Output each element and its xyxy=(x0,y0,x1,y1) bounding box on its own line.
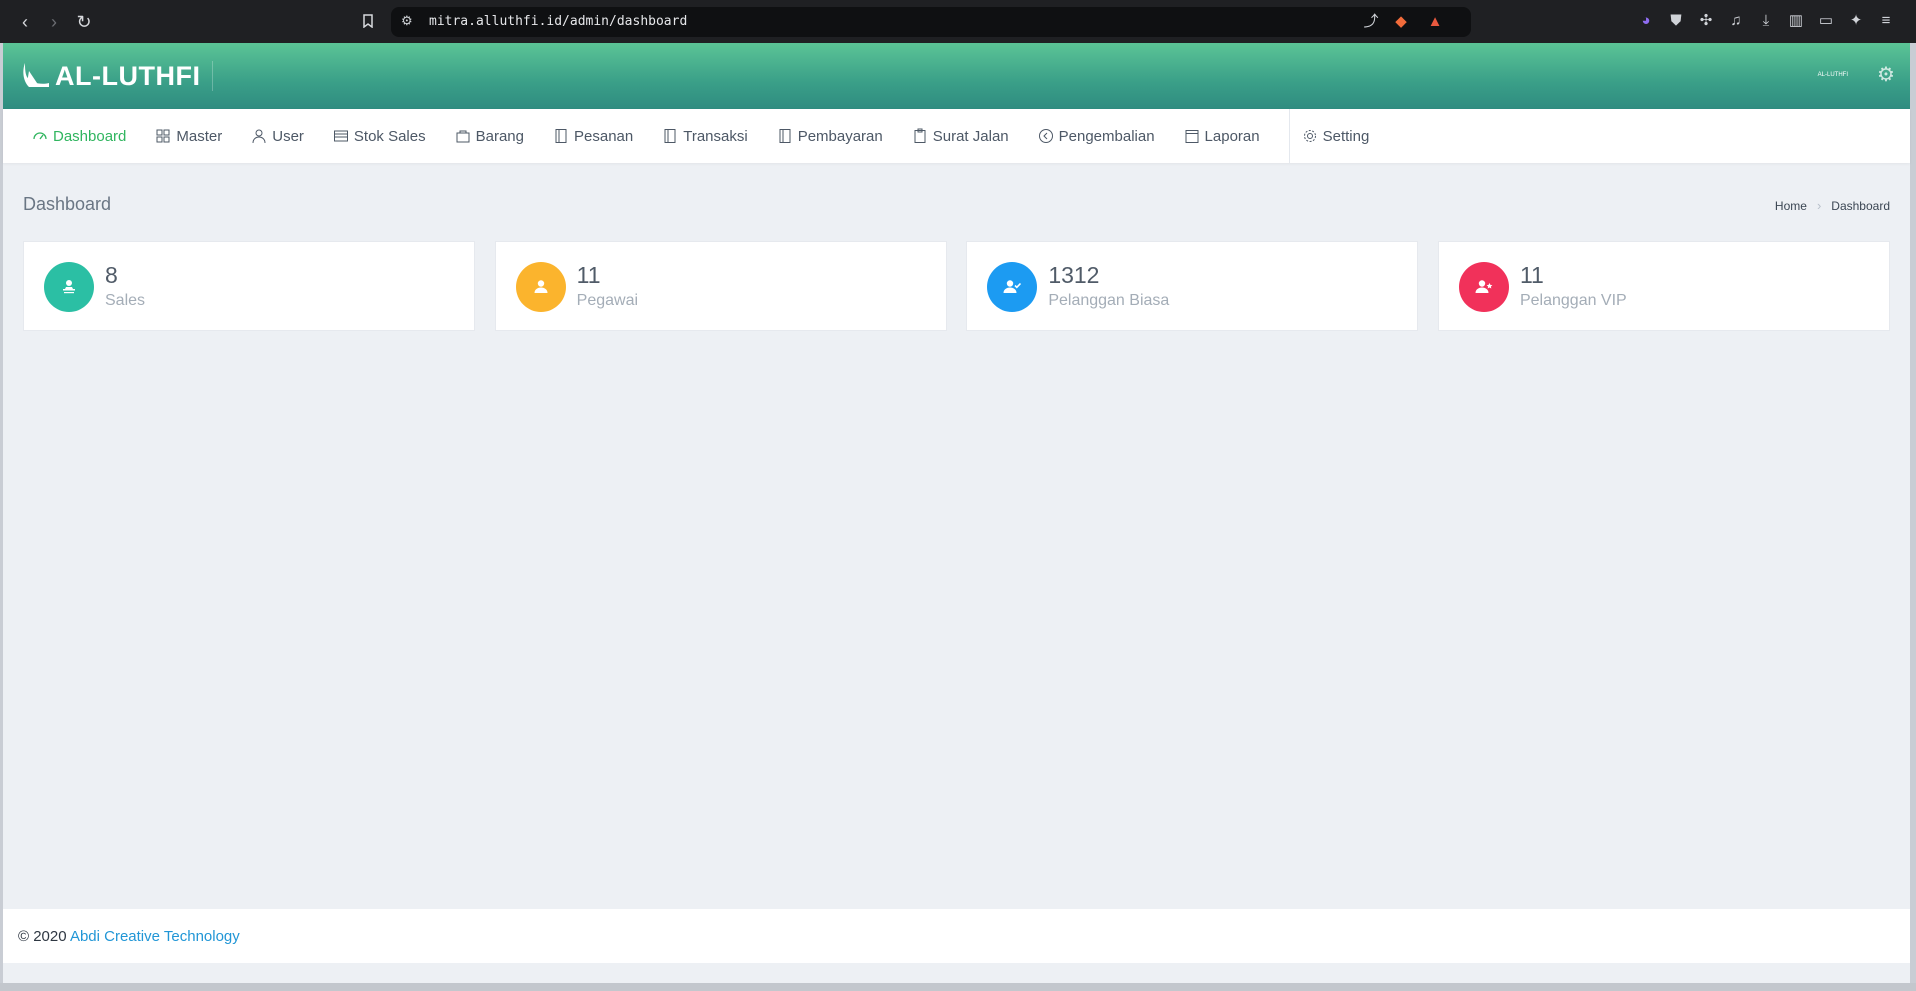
menu-item-setting[interactable]: Setting xyxy=(1302,109,1370,163)
menu-item-barang[interactable]: Barang xyxy=(455,109,524,163)
menu-item-label: Pengembalian xyxy=(1058,127,1155,145)
download-icon[interactable]: ⤓ xyxy=(1756,11,1776,31)
menu-item-pengembalian[interactable]: Pengembalian xyxy=(1038,109,1155,163)
settings-gear-icon[interactable]: ⚙ xyxy=(1874,63,1898,87)
sidebar-icon[interactable]: ▥ xyxy=(1786,11,1806,31)
breadcrumb-separator-icon: › xyxy=(1816,198,1822,213)
gear-icon xyxy=(1302,128,1318,144)
stat-card-sales: 8 Sales xyxy=(23,241,475,331)
clipboard-icon xyxy=(912,128,928,144)
rewards-icon[interactable]: ▲ xyxy=(1425,12,1445,32)
share-icon[interactable]: ⤴ xyxy=(1361,12,1381,32)
menu-item-stok-sales[interactable]: Stok Sales xyxy=(333,109,426,163)
user-star-icon xyxy=(1458,262,1509,312)
main-content: Dashboard Home › Dashboard 8 Sales 11 Pegaw… xyxy=(3,163,1910,953)
forward-icon[interactable]: › xyxy=(43,11,65,33)
menu-item-label: Pesanan xyxy=(574,127,634,145)
app-window: AL-LUTHFI AL-LUTHFI ⚙ Dashboard Master Use… xyxy=(3,43,1910,983)
leo-icon[interactable]: ✦ xyxy=(1846,11,1866,31)
wallet-icon[interactable]: ▭ xyxy=(1816,11,1836,31)
breadcrumb-home[interactable]: Home xyxy=(1775,199,1807,213)
stat-label: Sales xyxy=(105,292,146,309)
employee-icon xyxy=(515,262,566,312)
top-header: AL-LUTHFI AL-LUTHFI ⚙ xyxy=(3,43,1910,109)
calendar-icon xyxy=(1184,128,1200,144)
browser-toolbar: ‹ › ↻ ⚙ mitra.alluthfi.id/admin/dashboar… xyxy=(0,0,1916,43)
menu-item-label: Surat Jalan xyxy=(932,127,1009,145)
menu-item-label: Transaksi xyxy=(683,127,748,145)
menu-item-label: User xyxy=(272,127,304,145)
menu-item-label: Laporan xyxy=(1204,127,1260,145)
dashboard-icon xyxy=(32,128,48,144)
stat-value: 8 xyxy=(105,262,118,288)
menu-item-label: Setting xyxy=(1322,127,1370,145)
logo[interactable]: AL-LUTHFI xyxy=(19,59,200,93)
menu-item-laporan[interactable]: Laporan xyxy=(1184,109,1260,163)
music-icon[interactable]: ♫ xyxy=(1726,11,1746,31)
stat-cards: 8 Sales 11 Pegawai 1312 Pelanggan Biasa 11 Pela… xyxy=(23,241,1890,331)
address-bar[interactable]: ⚙ mitra.alluthfi.id/admin/dashboard ⤴ ◆ … xyxy=(391,7,1471,37)
user-check-icon xyxy=(987,262,1038,312)
puzzle-icon[interactable]: ✣ xyxy=(1696,11,1716,31)
stock-icon xyxy=(333,128,349,144)
bag-icon xyxy=(455,128,471,144)
vpn-icon[interactable]: ⛊ xyxy=(1666,11,1686,31)
stat-value: 11 xyxy=(1519,262,1544,288)
menu-item-surat-jalan[interactable]: Surat Jalan xyxy=(912,109,1009,163)
copyright: © 2020 xyxy=(18,928,67,945)
window-bottom-edge xyxy=(0,983,1916,991)
stat-card-pelanggan-vip: 11 Pelanggan VIP xyxy=(1437,241,1890,331)
menu-item-label: Master xyxy=(176,127,223,145)
document-icon xyxy=(662,128,678,144)
user-icon xyxy=(251,128,267,144)
stat-value: 11 xyxy=(576,262,601,288)
stat-label: Pelanggan Biasa xyxy=(1048,292,1170,309)
menu-separator xyxy=(1288,109,1290,163)
site-settings-icon[interactable]: ⚙ xyxy=(401,13,413,29)
stat-value: 1312 xyxy=(1048,262,1100,288)
stat-label: Pegawai xyxy=(576,292,639,309)
menu-item-label: Barang xyxy=(475,127,524,145)
page-title: Dashboard xyxy=(23,194,112,214)
footer-link[interactable]: Abdi Creative Technology xyxy=(70,928,240,945)
menu-item-transaksi[interactable]: Transaksi xyxy=(662,109,748,163)
reload-icon[interactable]: ↻ xyxy=(73,11,95,33)
user-label[interactable]: AL-LUTHFI xyxy=(1818,72,1848,78)
extension-icon[interactable]: ◕ xyxy=(1636,11,1656,31)
main-navigation: Dashboard Master User Stok Sales Barang Pesan… xyxy=(3,109,1910,163)
breadcrumb: Home › Dashboard xyxy=(1775,198,1890,213)
stat-label: Pelanggan VIP xyxy=(1519,292,1627,309)
menu-item-user[interactable]: User xyxy=(251,109,304,163)
menu-item-pembayaran[interactable]: Pembayaran xyxy=(777,109,883,163)
menu-item-pesanan[interactable]: Pesanan xyxy=(553,109,633,163)
bookmark-icon[interactable] xyxy=(357,11,379,33)
return-icon xyxy=(1038,128,1054,144)
url-text[interactable]: mitra.alluthfi.id/admin/dashboard xyxy=(429,14,687,29)
menu-item-dashboard[interactable]: Dashboard xyxy=(32,109,126,163)
document-icon xyxy=(777,128,793,144)
footer-text: © 2020 Abdi Creative Technology xyxy=(18,928,240,945)
brave-shield-icon[interactable]: ◆ xyxy=(1391,12,1411,32)
divider xyxy=(212,61,213,91)
back-icon[interactable]: ‹ xyxy=(14,11,36,33)
menu-item-label: Pembayaran xyxy=(797,127,883,145)
stat-card-pegawai: 11 Pegawai xyxy=(494,241,947,331)
menu-item-master[interactable]: Master xyxy=(155,109,222,163)
logo-text: AL-LUTHFI xyxy=(55,60,201,91)
sales-person-icon xyxy=(44,262,94,312)
grid-icon xyxy=(155,128,171,144)
menu-icon[interactable]: ≡ xyxy=(1876,11,1896,31)
breadcrumb-current: Dashboard xyxy=(1831,198,1890,213)
stat-card-pelanggan-biasa: 1312 Pelanggan Biasa xyxy=(966,241,1419,331)
menu-item-label: Dashboard xyxy=(53,127,127,145)
document-icon xyxy=(553,128,569,144)
logo-icon xyxy=(23,63,49,87)
menu-item-label: Stok Sales xyxy=(353,127,426,145)
footer: © 2020 Abdi Creative Technology xyxy=(3,909,1910,963)
